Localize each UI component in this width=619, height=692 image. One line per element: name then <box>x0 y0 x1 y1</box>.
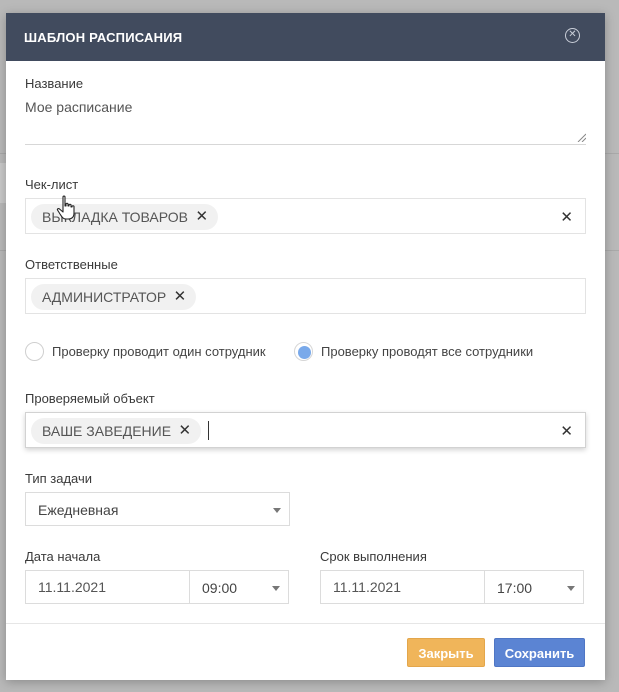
task-type-value: Ежедневная <box>38 502 119 518</box>
responsible-chip-label: АДМИНИСТРАТОР <box>42 289 167 305</box>
clear-selection-icon[interactable]: ✕ <box>560 208 573 226</box>
checklist-select[interactable]: ВЫКЛАДКА ТОВАРОВ ✕ ✕ <box>25 198 586 234</box>
responsible-select[interactable]: АДМИНИСТРАТОР ✕ <box>25 278 586 314</box>
radio-option-all[interactable]: Проверку проводят все сотрудники <box>294 342 554 362</box>
footer-divider <box>6 623 605 624</box>
start-date-label: Дата начала <box>25 549 101 564</box>
close-button[interactable]: Закрыть <box>407 638 485 667</box>
checklist-label: Чек-лист <box>25 177 79 192</box>
radio-option-single[interactable]: Проверку проводит один сотрудник <box>25 342 285 362</box>
object-chip: ВАШЕ ЗАВЕДЕНИЕ ✕ <box>31 418 202 444</box>
deadline-time-dropdown[interactable]: 17:00 <box>484 570 584 604</box>
deadline-label: Срок выполнения <box>320 549 427 564</box>
start-date-value: 11.11.2021 <box>38 579 106 595</box>
radio-label: Проверку проводит один сотрудник <box>52 344 266 359</box>
radio-label: Проверку проводят все сотрудники <box>321 344 534 359</box>
chip-remove-icon[interactable]: ✕ <box>174 284 187 310</box>
task-type-label: Тип задачи <box>25 471 93 486</box>
responsible-chip: АДМИНИСТРАТОР ✕ <box>31 284 197 310</box>
chevron-down-icon <box>567 586 575 591</box>
chevron-down-icon <box>273 508 281 513</box>
object-label: Проверяемый объект <box>25 391 155 406</box>
deadline-date-value: 11.11.2021 <box>333 579 401 595</box>
start-date-input[interactable]: 11.11.2021 <box>25 570 190 604</box>
start-time-value: 09:00 <box>202 580 238 596</box>
name-label: Название <box>25 76 84 91</box>
deadline-time-value: 17:00 <box>497 580 533 596</box>
chip-remove-icon[interactable]: ✕ <box>179 418 192 444</box>
close-circle-icon[interactable]: ✕ <box>565 28 580 43</box>
hand-pointer-icon <box>56 195 75 220</box>
start-time-dropdown[interactable]: 09:00 <box>189 570 289 604</box>
schedule-template-modal: ШАБЛОН РАСПИСАНИЯ ✕ Название Мое расписа… <box>6 13 605 680</box>
deadline-date-input[interactable]: 11.11.2021 <box>320 570 485 604</box>
text-caret <box>208 421 209 440</box>
radio-button[interactable] <box>25 342 44 361</box>
resize-grip-icon[interactable] <box>577 133 586 142</box>
modal-title: ШАБЛОН РАСПИСАНИЯ <box>24 30 183 45</box>
chip-remove-icon[interactable]: ✕ <box>195 204 208 230</box>
chevron-down-icon <box>272 586 280 591</box>
name-textarea[interactable]: Мое расписание <box>25 93 586 145</box>
object-select[interactable]: ВАШЕ ЗАВЕДЕНИЕ ✕ ✕ <box>25 412 586 448</box>
radio-button[interactable] <box>294 342 313 361</box>
clear-selection-icon[interactable]: ✕ <box>560 422 573 440</box>
modal-header: ШАБЛОН РАСПИСАНИЯ ✕ <box>6 13 605 61</box>
task-type-dropdown[interactable]: Ежедневная <box>25 492 290 526</box>
responsible-label: Ответственные <box>25 257 118 272</box>
save-button[interactable]: Сохранить <box>494 638 585 667</box>
object-chip-label: ВАШЕ ЗАВЕДЕНИЕ <box>42 423 172 439</box>
name-value: Мое расписание <box>25 99 133 115</box>
